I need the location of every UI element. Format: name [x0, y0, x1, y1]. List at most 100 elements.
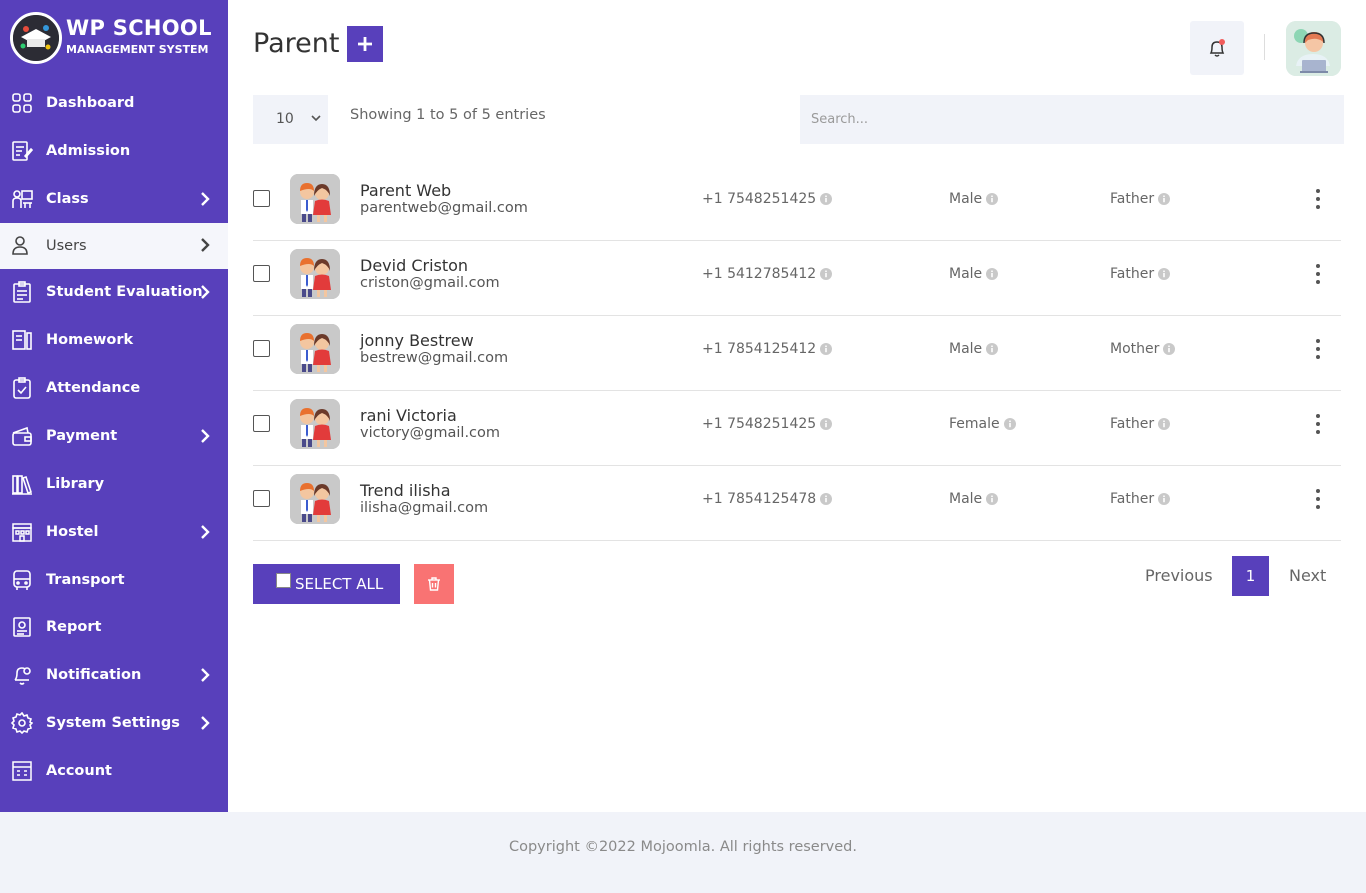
parent-phone: +1 7548251425: [702, 191, 817, 207]
parent-name[interactable]: Trend ilisha: [360, 481, 451, 500]
sidebar-item-account[interactable]: Account: [0, 749, 228, 793]
sidebar-item-label: Account: [46, 763, 112, 779]
sidebar: WP SCHOOL MANAGEMENT SYSTEM Dashboard Ad…: [0, 0, 228, 812]
parent-name[interactable]: Devid Criston: [360, 256, 468, 275]
sidebar-item-label: Admission: [46, 143, 131, 159]
parent-name[interactable]: Parent Web: [360, 181, 451, 200]
sidebar-item-homework[interactable]: Homework: [0, 318, 228, 362]
row-checkbox[interactable]: [253, 190, 270, 207]
relation-cell: Father: [1110, 491, 1171, 507]
info-icon[interactable]: [1158, 193, 1171, 205]
sidebar-item-users[interactable]: Users: [0, 223, 228, 269]
parent-gender: Male: [949, 341, 983, 357]
sidebar-item-label: Payment: [46, 428, 118, 444]
sidebar-item-label: Dashboard: [46, 95, 135, 111]
parent-phone: +1 5412785412: [702, 266, 817, 282]
plus-icon: [358, 37, 372, 51]
parent-gender: Male: [949, 266, 983, 282]
sidebar-item-student-evaluation[interactable]: Student Evaluation: [0, 270, 228, 314]
info-icon[interactable]: [986, 193, 999, 205]
chevron-right-icon: [201, 429, 210, 443]
pagination-next[interactable]: Next: [1289, 566, 1326, 585]
gender-cell: Male: [949, 491, 999, 507]
info-icon[interactable]: [820, 343, 833, 355]
phone-cell: +1 7854125478: [702, 491, 833, 507]
account-icon: [12, 761, 32, 781]
trash-icon: [428, 577, 440, 591]
phone-cell: +1 7548251425: [702, 191, 833, 207]
parent-avatar: [290, 174, 340, 224]
more-options-icon[interactable]: [1308, 412, 1328, 436]
pagination-previous[interactable]: Previous: [1145, 566, 1213, 585]
evaluation-icon: [13, 281, 31, 303]
chevron-right-icon: [201, 285, 210, 299]
parent-phone: +1 7854125412: [702, 341, 817, 357]
info-icon[interactable]: [820, 268, 833, 280]
sidebar-item-label: Library: [46, 476, 105, 492]
notification-button[interactable]: [1190, 21, 1244, 75]
info-icon[interactable]: [986, 493, 999, 505]
parent-name[interactable]: jonny Bestrew: [360, 331, 474, 350]
brand[interactable]: WP SCHOOL MANAGEMENT SYSTEM: [10, 12, 225, 64]
parent-avatar: [290, 249, 340, 299]
sidebar-item-report[interactable]: Report: [0, 605, 228, 649]
info-icon[interactable]: [1003, 418, 1016, 430]
phone-cell: +1 5412785412: [702, 266, 833, 282]
row-checkbox[interactable]: [253, 490, 270, 507]
sidebar-item-payment[interactable]: Payment: [0, 414, 228, 458]
header-divider: [1264, 34, 1265, 60]
sidebar-item-notification[interactable]: Notification: [0, 653, 228, 697]
support-agent-avatar-icon: [1286, 21, 1341, 76]
sidebar-item-dashboard[interactable]: Dashboard: [0, 81, 228, 125]
sidebar-item-admission[interactable]: Admission: [0, 129, 228, 173]
sidebar-item-class[interactable]: Class: [0, 177, 228, 221]
parent-relation: Father: [1110, 266, 1155, 282]
table-row: Parent Web parentweb@gmail.com +1 75482514…: [253, 166, 1341, 241]
select-all-button[interactable]: SELECT ALL: [253, 564, 400, 604]
brand-title: WP SCHOOL: [66, 16, 212, 40]
row-checkbox[interactable]: [253, 415, 270, 432]
page-length-select[interactable]: 10: [253, 95, 328, 144]
class-icon: [12, 190, 33, 208]
sidebar-item-transport[interactable]: Transport: [0, 558, 228, 602]
delete-selected-button[interactable]: [414, 564, 454, 604]
entries-info: Showing 1 to 5 of 5 entries: [350, 107, 546, 123]
more-options-icon[interactable]: [1308, 187, 1328, 211]
gender-cell: Male: [949, 341, 999, 357]
info-icon[interactable]: [1163, 343, 1176, 355]
sidebar-item-label: Hostel: [46, 524, 99, 540]
parent-email: bestrew@gmail.com: [360, 350, 509, 366]
sidebar-item-hostel[interactable]: Hostel: [0, 510, 228, 554]
info-icon[interactable]: [986, 268, 999, 280]
pagination-page-1[interactable]: 1: [1232, 556, 1269, 596]
parent-email: ilisha@gmail.com: [360, 500, 489, 516]
gender-cell: Male: [949, 191, 999, 207]
chevron-right-icon: [201, 716, 210, 730]
user-avatar[interactable]: [1286, 21, 1341, 76]
info-icon[interactable]: [820, 418, 833, 430]
more-options-icon[interactable]: [1308, 262, 1328, 286]
sidebar-item-attendance[interactable]: Attendance: [0, 366, 228, 410]
info-icon[interactable]: [820, 193, 833, 205]
page-length-value: 10: [276, 111, 294, 127]
info-icon[interactable]: [1158, 418, 1171, 430]
sidebar-item-label: Attendance: [46, 380, 141, 396]
sidebar-item-library[interactable]: Library: [0, 462, 228, 506]
sidebar-item-system-settings[interactable]: System Settings: [0, 701, 228, 745]
more-options-icon[interactable]: [1308, 487, 1328, 511]
more-options-icon[interactable]: [1308, 337, 1328, 361]
bell-icon: [1209, 39, 1225, 57]
add-parent-button[interactable]: [347, 26, 383, 62]
search-input[interactable]: [800, 95, 1344, 144]
row-checkbox[interactable]: [253, 340, 270, 357]
row-checkbox[interactable]: [253, 265, 270, 282]
info-icon[interactable]: [1158, 493, 1171, 505]
parent-name[interactable]: rani Victoria: [360, 406, 457, 425]
gear-icon: [11, 712, 33, 734]
info-icon[interactable]: [986, 343, 999, 355]
info-icon[interactable]: [820, 493, 833, 505]
parent-relation: Mother: [1110, 341, 1160, 357]
page-title: Parent: [253, 28, 340, 59]
info-icon[interactable]: [1158, 268, 1171, 280]
select-all-checkbox[interactable]: [276, 573, 291, 588]
